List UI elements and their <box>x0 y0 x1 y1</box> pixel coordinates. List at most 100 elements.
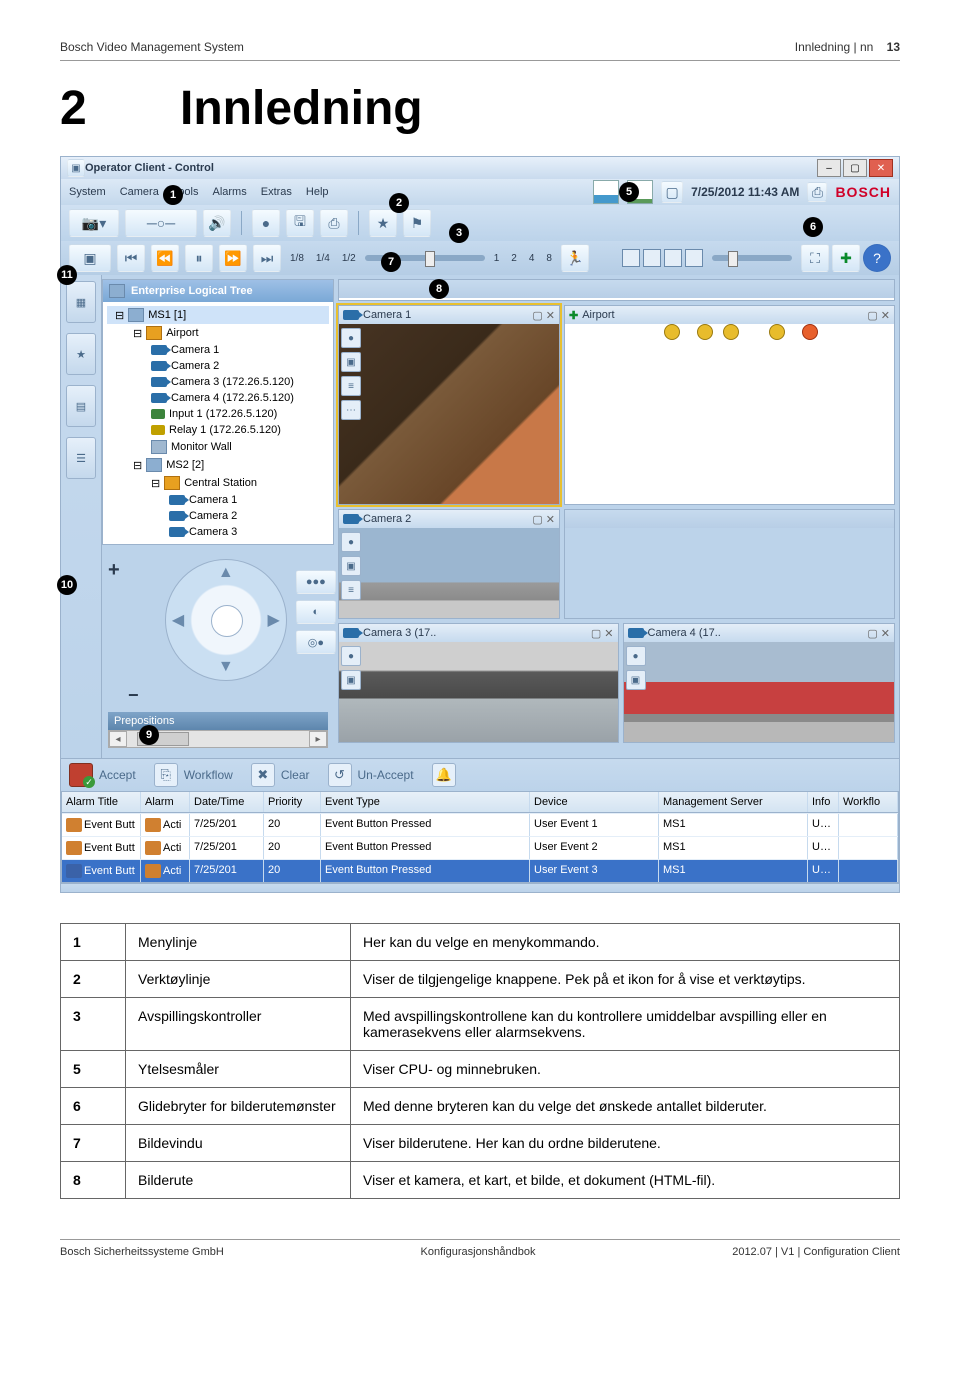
clear-button[interactable]: ✖Clear <box>251 763 310 787</box>
tree-item-central[interactable]: ⊟Central Station <box>143 474 329 492</box>
print-icon[interactable]: ⎙ <box>320 209 348 237</box>
rewind-start-button[interactable]: ⏮ <box>117 244 145 272</box>
layout-slider[interactable] <box>712 255 792 261</box>
print-icon[interactable]: ⎙ <box>807 182 827 202</box>
pane-close-icon[interactable]: ✕ <box>881 309 890 322</box>
rewind-button[interactable]: ⏪ <box>151 244 179 272</box>
monitor-icon[interactable]: ▢ <box>661 181 683 203</box>
col-alarm[interactable]: Alarm <box>141 792 190 812</box>
tree-item-c3[interactable]: Camera 3 <box>161 524 329 540</box>
rail-tab-list[interactable]: ☰ <box>66 437 96 479</box>
col-event[interactable]: Event Type <box>321 792 530 812</box>
rail-tab-tree[interactable]: ▦ <box>66 281 96 323</box>
ptz-preset-1[interactable]: ●●● <box>296 570 336 594</box>
pane-close-icon[interactable]: ✕ <box>881 627 890 640</box>
alarm-row[interactable]: Event Butt Acti 7/25/201 20 Event Button… <box>62 813 898 836</box>
tree-item-ms2[interactable]: ⊟MS2 [2] <box>125 456 329 474</box>
forward-end-button[interactable]: ⏭ <box>253 244 281 272</box>
tree-item-c2[interactable]: Camera 2 <box>161 508 329 524</box>
image-pane-camera4[interactable]: Camera 4 (17..▢✕ ●▣ <box>623 623 896 743</box>
pane-tool-more[interactable]: ⋯ <box>341 400 361 420</box>
tree-item-input1[interactable]: Input 1 (172.26.5.120) <box>143 406 329 422</box>
pane-tool-snap[interactable]: ▣ <box>341 556 361 576</box>
col-mgmt[interactable]: Management Server <box>659 792 808 812</box>
pane-tool-rec[interactable]: ● <box>341 328 361 348</box>
rail-tab-map[interactable]: ▤ <box>66 385 96 427</box>
pane-tool-audio[interactable]: ≡ <box>341 376 361 396</box>
image-pane-camera3[interactable]: Camera 3 (17..▢✕ ●▣ <box>338 623 619 743</box>
tree-item-monitorwall[interactable]: Monitor Wall <box>143 438 329 456</box>
maximize-button[interactable]: ▢ <box>843 159 867 177</box>
pane-max-icon[interactable]: ▢ <box>867 309 877 322</box>
tree-item-relay1[interactable]: Relay 1 (172.26.5.120) <box>143 422 329 438</box>
pane-max-icon[interactable]: ▢ <box>532 309 542 322</box>
pane-tool-snap[interactable]: ▣ <box>341 670 361 690</box>
pane-tool-rec[interactable]: ● <box>626 646 646 666</box>
zoom-in-button[interactable]: + <box>108 559 120 582</box>
menu-camera[interactable]: Camera <box>120 186 159 198</box>
tree-item-c1[interactable]: Camera 1 <box>161 492 329 508</box>
image-pane-airport-map[interactable]: ✚Airport▢✕ <box>564 305 895 505</box>
accept-button[interactable]: Accept <box>69 763 136 787</box>
pane-max-icon[interactable]: ▢ <box>591 627 601 640</box>
flag-icon[interactable]: ⚑ <box>403 209 431 237</box>
add-pane-icon[interactable]: ✚ <box>832 244 860 272</box>
pause-button[interactable]: ⏸ <box>185 244 213 272</box>
scroll-right-button[interactable]: ▸ <box>309 731 327 747</box>
layout-3-icon[interactable] <box>664 249 682 267</box>
tree-item-ms1[interactable]: ⊟MS1 [1] <box>107 306 329 324</box>
tree-item-camera2[interactable]: Camera 2 <box>143 358 329 374</box>
ptz-preset-3[interactable]: ◎● <box>296 630 336 654</box>
help-icon[interactable]: ? <box>863 244 891 272</box>
workflow-button[interactable]: ⎘Workflow <box>154 763 233 787</box>
col-info[interactable]: Info <box>808 792 839 812</box>
unaccept-button[interactable]: ↺Un-Accept <box>328 763 414 787</box>
audio-icon[interactable]: 🔊 <box>203 209 231 237</box>
pane-close-icon[interactable]: ✕ <box>604 627 613 640</box>
pane-tool-audio[interactable]: ≡ <box>341 580 361 600</box>
pane-tool-rec[interactable]: ● <box>341 646 361 666</box>
save-image-icon[interactable]: 🖫 <box>286 209 314 237</box>
menu-extras[interactable]: Extras <box>261 186 292 198</box>
fullscreen-icon[interactable]: ⛶ <box>801 244 829 272</box>
pane-max-icon[interactable]: ▢ <box>867 627 877 640</box>
alarm-row[interactable]: Event Butt Acti 7/25/201 20 Event Button… <box>62 836 898 859</box>
record-icon[interactable]: ● <box>252 209 280 237</box>
empty-pane[interactable] <box>564 509 895 619</box>
layout-4-icon[interactable] <box>685 249 703 267</box>
image-pane-camera1[interactable]: Camera 1▢✕ ●▣≡⋯ <box>338 305 560 505</box>
zoom-out-button[interactable]: − <box>128 685 139 706</box>
layout-1-icon[interactable] <box>622 249 640 267</box>
alarm-row[interactable]: Event Butt Acti 7/25/201 20 Event Button… <box>62 859 898 882</box>
pane-tool-snap[interactable]: ▣ <box>626 670 646 690</box>
menu-help[interactable]: Help <box>306 186 329 198</box>
pane-max-icon[interactable]: ▢ <box>532 513 542 526</box>
scroll-left-button[interactable]: ◂ <box>109 731 127 747</box>
tree-item-camera3[interactable]: Camera 3 (172.26.5.120) <box>143 374 329 390</box>
camera-icon[interactable]: 📷▾ <box>69 209 119 237</box>
close-button[interactable]: ✕ <box>869 159 893 177</box>
image-pane-camera2[interactable]: Camera 2▢✕ ●▣≡ <box>338 509 560 619</box>
tree-item-airport[interactable]: ⊟Airport <box>125 324 329 342</box>
pane-close-icon[interactable]: ✕ <box>546 309 555 322</box>
col-priority[interactable]: Priority <box>264 792 321 812</box>
col-datetime[interactable]: Date/Time <box>190 792 264 812</box>
bell-icon[interactable]: 🔔 <box>432 763 456 787</box>
menu-system[interactable]: System <box>69 186 106 198</box>
playback-mode-button[interactable]: ▣ <box>69 244 111 272</box>
pane-tool-snap[interactable]: ▣ <box>341 352 361 372</box>
ptz-preset-2[interactable]: ◐ <box>296 600 336 624</box>
pane-tool-rec[interactable]: ● <box>341 532 361 552</box>
layout-2-icon[interactable] <box>643 249 661 267</box>
star-icon[interactable]: ★ <box>369 209 397 237</box>
rail-tab-fav[interactable]: ★ <box>66 333 96 375</box>
col-workflow[interactable]: Workflo <box>839 792 898 812</box>
forward-button[interactable]: ⏩ <box>219 244 247 272</box>
col-device[interactable]: Device <box>530 792 659 812</box>
col-alarm-title[interactable]: Alarm Title <box>62 792 141 812</box>
ptz-joystick[interactable]: ▲▼▶◀ ●●● ◐ ◎● <box>165 559 287 681</box>
menu-alarms[interactable]: Alarms <box>213 186 247 198</box>
brightness-slider[interactable]: ─○─ <box>125 209 197 237</box>
tree-item-camera4[interactable]: Camera 4 (172.26.5.120) <box>143 390 329 406</box>
tree-item-camera1[interactable]: Camera 1 <box>143 342 329 358</box>
